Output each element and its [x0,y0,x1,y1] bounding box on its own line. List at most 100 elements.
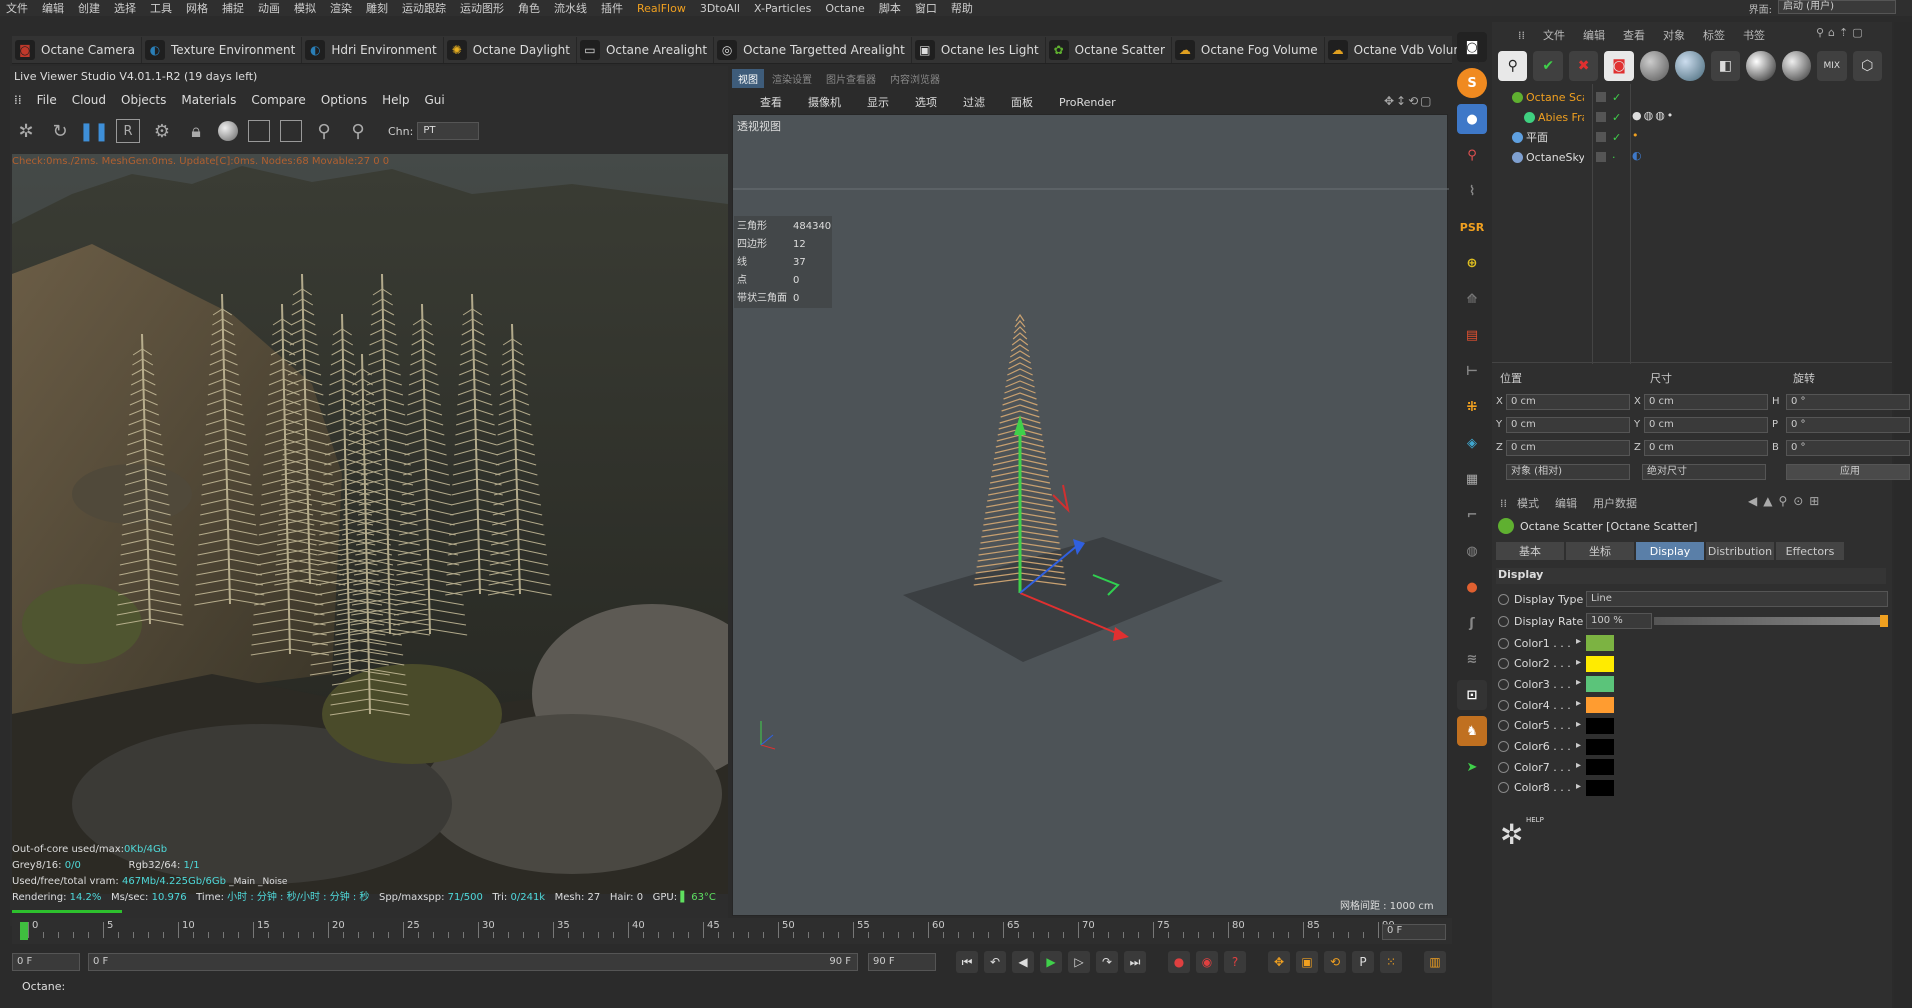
keyframe-dot-icon[interactable] [1498,782,1509,794]
apply-button[interactable]: 应用 [1786,464,1910,480]
display-rate-slider-track[interactable] [1654,615,1888,627]
next-key-icon[interactable]: ↷ [1096,951,1118,973]
end-frame-field[interactable]: 90 F [868,953,936,971]
layout-select[interactable]: 启动 (用户) [1778,0,1896,14]
visibility-toggle-icon[interactable] [1596,132,1606,142]
color-swatch[interactable] [1586,738,1614,755]
next-frame-icon[interactable]: ▷ [1068,951,1090,973]
object-item[interactable]: Abies Fra [1538,110,1584,126]
deform-icon[interactable]: ≋ [1457,644,1487,674]
hexagon-icon[interactable]: ⬡ [1852,51,1882,81]
expand-arrow-icon[interactable]: ▸ [1576,657,1581,668]
menu-item[interactable]: 3DtoAll [694,2,748,15]
drag-handle-icon[interactable]: ⁞⁞ [1518,29,1525,42]
brush-icon[interactable]: ʃ [1457,608,1487,638]
viewport-tab[interactable]: 图片查看器 [820,69,882,88]
menu-item[interactable]: 运动跟踪 [396,0,454,16]
viewport-tab[interactable]: 视图 [732,68,764,88]
send-icon[interactable]: ➤ [1457,752,1487,782]
size-field[interactable]: 0 cm [1644,440,1768,456]
specular-material-icon[interactable] [1746,51,1776,81]
octane-tool-button[interactable]: ✺ Octane Daylight [444,36,577,63]
rotation-field[interactable]: 0 ° [1786,440,1910,456]
coord-mode-select[interactable]: 对象 (相对) [1506,464,1630,480]
keyframe-dot-icon[interactable] [1498,699,1509,711]
frame-icon[interactable] [248,120,270,142]
color-swatch[interactable] [1586,635,1614,651]
s-plugin-icon[interactable]: S [1457,68,1487,98]
attr-tab[interactable]: 坐标 [1566,542,1634,560]
lv-menu-item[interactable]: Gui [424,93,444,107]
mix-material-icon[interactable]: MIX [1817,51,1847,81]
menu-item[interactable]: 选择 [108,0,144,16]
perspective-viewport[interactable] [732,114,1449,916]
prev-key-icon[interactable]: ↶ [984,951,1006,973]
spline-icon[interactable]: ⌇ [1457,176,1487,206]
keyframe-dot-icon[interactable] [1498,720,1509,732]
expand-arrow-icon[interactable]: ▸ [1576,636,1581,647]
psr-icon[interactable]: PSR [1457,212,1487,242]
render-region-icon[interactable]: ▤ [1457,320,1487,350]
prev-frame-icon[interactable]: ◀ [1012,951,1034,973]
octane-camera-tool-icon[interactable]: ◙ [1457,32,1487,62]
pin-alt-icon[interactable]: ⚲ [346,119,370,143]
refresh-icon[interactable]: ↻ [48,119,72,143]
menu-item[interactable]: 运动图形 [454,0,512,16]
lv-menu-item[interactable]: File [37,93,57,107]
menu-item[interactable]: 模拟 [288,0,324,16]
menu-item[interactable]: 动画 [252,0,288,16]
viewport-tab[interactable]: 渲染设置 [766,69,818,88]
frame-alt-icon[interactable] [280,120,302,142]
display-type-select[interactable]: Line [1586,591,1888,607]
color-swatch[interactable] [1586,676,1614,693]
octane-tool-button[interactable]: ◎ Octane Targetted Arealight [714,36,912,63]
check-icon[interactable]: ✓ [1612,110,1621,126]
menu-item[interactable]: 流水线 [548,0,595,16]
character-icon[interactable]: ♞ [1457,716,1487,746]
attr-tab[interactable]: Display [1636,542,1704,560]
menu-item[interactable]: 脚本 [873,0,909,16]
snap-icon[interactable]: ⁜ [1457,392,1487,422]
grid-key-icon[interactable]: ⁙ [1380,951,1402,973]
octane-tool-button[interactable]: ▣ Octane Ies Light [912,36,1046,63]
material-ball-icon[interactable] [218,121,238,141]
pause-icon[interactable]: ❚❚ [79,119,109,143]
keyframe-dot-icon[interactable] [1498,658,1509,670]
attr-menu-item[interactable]: 用户数据 [1593,495,1637,511]
attr-tab[interactable]: 基本 [1496,542,1564,560]
octane-help-icon[interactable]: ✲ [1500,818,1523,851]
tag-icon[interactable]: • [1632,128,1639,144]
lv-menu-item[interactable]: Materials [181,93,236,107]
viewport-menu-item[interactable]: 选项 [915,94,937,110]
dot-icon[interactable]: · [1612,150,1616,166]
expand-arrow-icon[interactable]: ▸ [1576,781,1581,792]
menu-item[interactable]: Octane [819,2,873,15]
region-render-icon[interactable]: R [116,119,140,143]
rotation-field[interactable]: 0 ° [1786,417,1910,433]
viewport-tab[interactable]: 内容浏览器 [884,69,946,88]
expand-arrow-icon[interactable]: ▸ [1576,677,1581,688]
menu-item[interactable]: 插件 [595,0,631,16]
size-field[interactable]: 0 cm [1644,394,1768,410]
toon-material-icon[interactable] [1781,51,1812,81]
keyframe-dot-icon[interactable] [1498,741,1509,752]
expand-arrow-icon[interactable]: ▸ [1576,760,1581,771]
current-frame-field[interactable]: 0 F [1382,924,1446,940]
lock-icon[interactable]: 🔒︎ [184,119,208,143]
keyframe-help-icon[interactable]: ? [1224,951,1246,973]
range-slider[interactable]: 0 F 90 F [88,953,858,971]
size-mode-select[interactable]: 绝对尺寸 [1642,464,1766,480]
color-swatch[interactable] [1586,655,1614,672]
axis-icon[interactable]: ⊕ [1457,248,1487,278]
go-to-end-icon[interactable]: ⏭ [1124,951,1146,973]
object-manager-nav-icons[interactable]: ⚲⌂⇡▢ [1816,26,1867,39]
cube-icon[interactable]: ▦ [1457,464,1487,494]
check-icon[interactable]: ✓ [1612,90,1621,106]
menu-item[interactable]: X-Particles [748,2,819,15]
ruler-icon[interactable]: ⊢ [1457,356,1487,386]
expand-arrow-icon[interactable]: ▸ [1576,719,1581,730]
sphere-icon[interactable]: ◍ [1457,536,1487,566]
settings-gear-icon[interactable]: ⚙ [150,119,174,143]
color-swatch[interactable] [1586,779,1614,796]
attr-menu-item[interactable]: 编辑 [1555,495,1577,511]
